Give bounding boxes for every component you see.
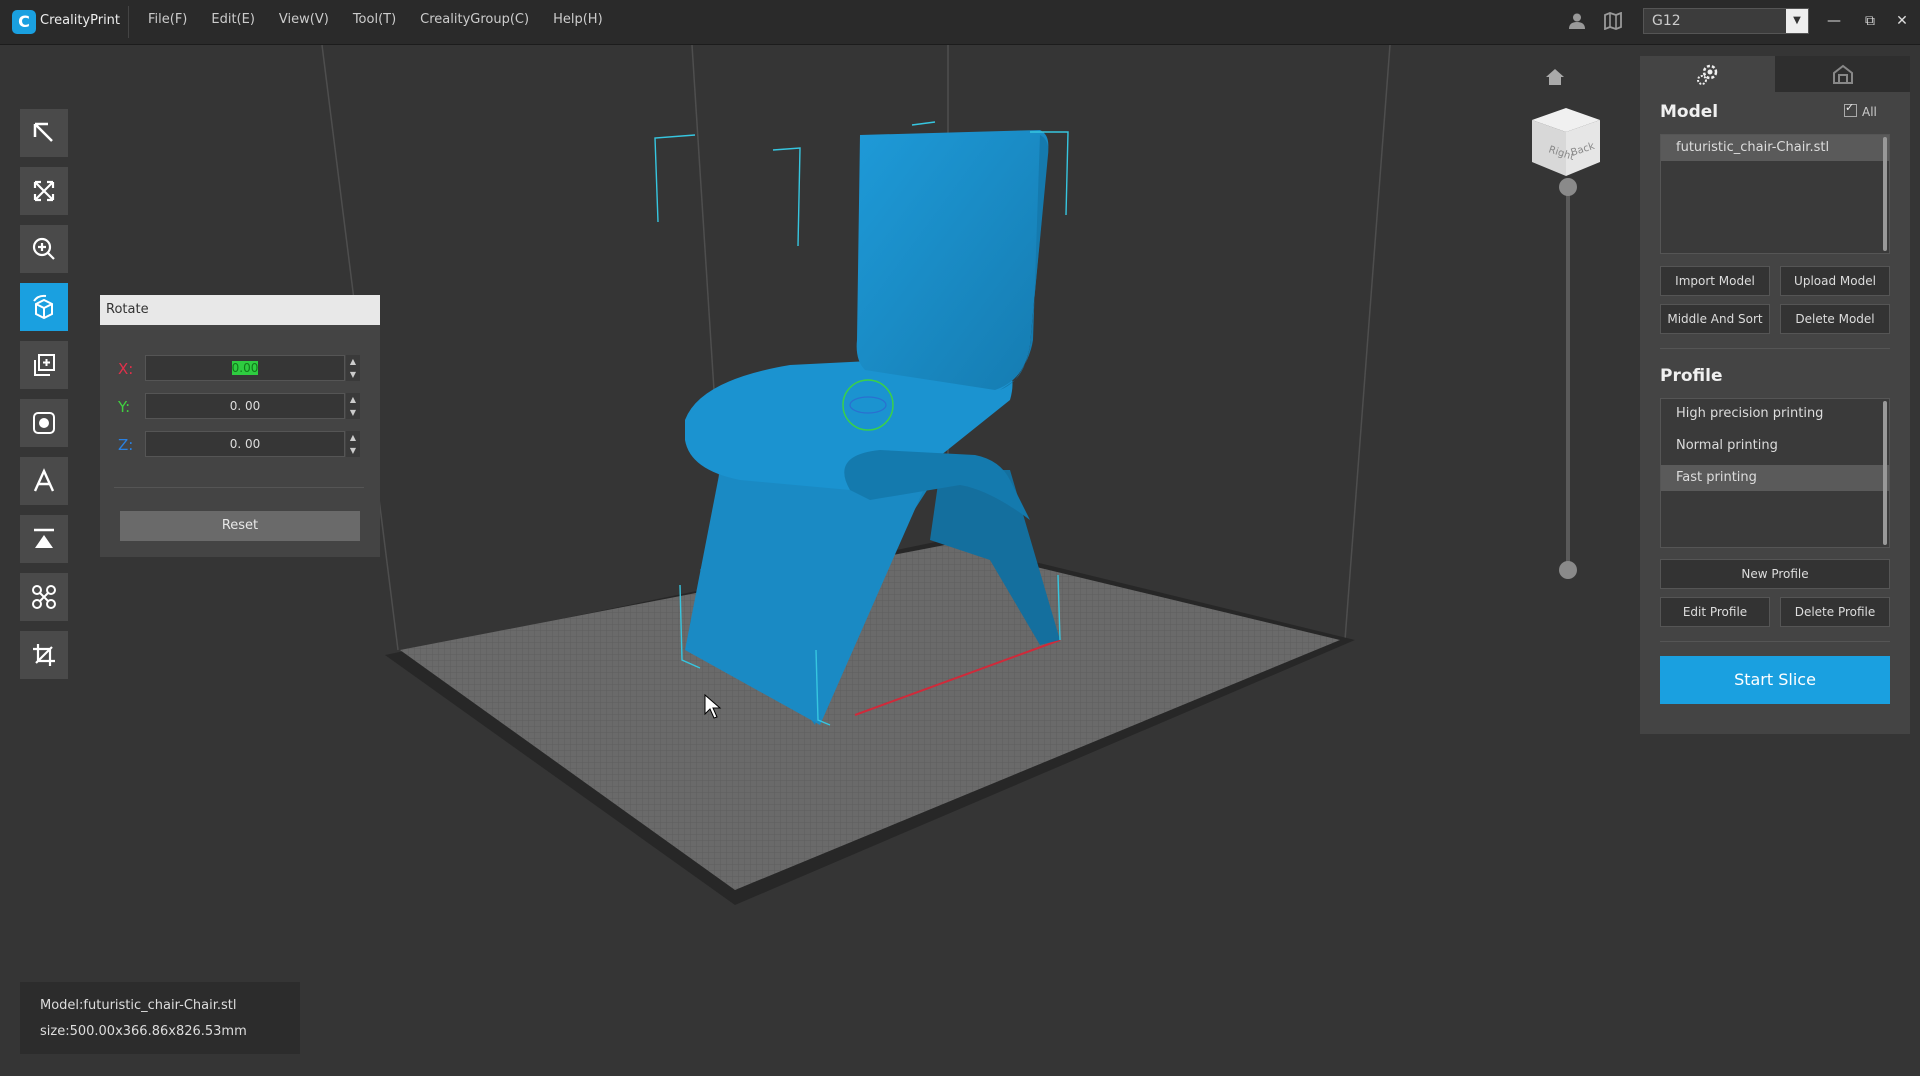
new-profile-button[interactable]: New Profile — [1660, 559, 1890, 589]
panel-divider — [1660, 641, 1890, 642]
menu-view[interactable]: View(V) — [279, 12, 329, 27]
text-icon — [33, 468, 55, 492]
profile-heading: Profile — [1660, 366, 1723, 386]
rotate-z-row: Z: 0. 00 ▲ ▼ — [118, 431, 363, 459]
home-icon[interactable] — [1544, 66, 1566, 88]
all-checkbox[interactable]: All — [1844, 101, 1877, 119]
move-arrows-icon — [33, 180, 55, 202]
model-info-size: size:500.00x366.86x826.53mm — [40, 1024, 247, 1039]
text-tool-button[interactable] — [20, 457, 68, 505]
arrow-select-icon — [33, 122, 53, 142]
menu-tool[interactable]: Tool(T) — [353, 12, 396, 27]
duplicate-tool-button[interactable] — [20, 341, 68, 389]
rotate-panel-divider — [114, 487, 364, 488]
panel-divider — [1660, 348, 1890, 349]
zoom-slider-top-handle[interactable] — [1559, 178, 1577, 196]
minimize-button[interactable]: — — [1822, 10, 1846, 32]
rotate-panel-title: Rotate — [100, 295, 380, 325]
zoom-slider-track[interactable] — [1566, 186, 1570, 570]
model-heading: Model — [1660, 102, 1719, 122]
lay-flat-icon — [34, 528, 54, 548]
split-tool-button[interactable] — [20, 573, 68, 621]
user-icon[interactable] — [1568, 12, 1586, 30]
gears-icon — [1696, 64, 1717, 85]
tab-printer[interactable] — [1775, 56, 1910, 92]
restore-button[interactable]: ⧉ — [1858, 10, 1882, 32]
rotate-x-stepper[interactable]: ▲ ▼ — [346, 355, 360, 381]
printer-head-icon — [1832, 64, 1853, 84]
profile-item-normal[interactable]: Normal printing — [1661, 433, 1889, 459]
menu-file[interactable]: File(F) — [148, 12, 187, 27]
delete-model-button[interactable]: Delete Model — [1780, 304, 1890, 334]
tab-settings[interactable] — [1640, 56, 1775, 92]
rotate-y-row: Y: 0. 00 ▲ ▼ — [118, 393, 363, 421]
lay-flat-tool-button[interactable] — [20, 515, 68, 563]
select-tool-button[interactable] — [20, 109, 68, 157]
chevron-down-icon[interactable]: ▼ — [1786, 9, 1808, 33]
right-panel: Model All futuristic_chair-Chair.stl Imp… — [1640, 56, 1910, 734]
view-cube[interactable]: Right Back — [1528, 104, 1604, 180]
profile-list-scrollbar[interactable] — [1883, 401, 1887, 545]
model-list-scrollbar[interactable] — [1883, 137, 1887, 251]
rotate-x-row: X: 0.00 ▲ ▼ — [118, 355, 363, 383]
app-name: CrealityPrint — [40, 13, 121, 28]
rotate-z-stepper[interactable]: ▲ ▼ — [346, 431, 360, 457]
upload-model-button[interactable]: Upload Model — [1780, 266, 1890, 296]
rotate-z-label: Z: — [118, 436, 134, 454]
middle-and-sort-button[interactable]: Middle And Sort — [1660, 304, 1770, 334]
menu-edit[interactable]: Edit(E) — [211, 12, 255, 27]
right-panel-tabs — [1640, 56, 1910, 92]
profile-item-fast[interactable]: Fast printing — [1661, 465, 1889, 491]
move-tool-button[interactable] — [20, 167, 68, 215]
app-logo-icon: C — [12, 10, 36, 34]
profile-item-high-precision[interactable]: High precision printing — [1661, 401, 1889, 427]
cut-tool-button[interactable] — [20, 631, 68, 679]
duplicate-icon — [34, 354, 55, 376]
rotate-z-input[interactable]: 0. 00 — [145, 431, 345, 457]
map-icon[interactable] — [1604, 12, 1622, 30]
title-bar: C CrealityPrint File(F) Edit(E) View(V) … — [0, 0, 1920, 45]
nodes-icon — [32, 585, 56, 609]
rotate-cube-icon — [33, 294, 53, 320]
edit-profile-button[interactable]: Edit Profile — [1660, 597, 1770, 627]
rotate-x-value: 0.00 — [231, 361, 259, 375]
crop-icon — [33, 644, 55, 666]
import-model-button[interactable]: Import Model — [1660, 266, 1770, 296]
scale-tool-button[interactable] — [20, 225, 68, 273]
menu-help[interactable]: Help(H) — [553, 12, 603, 27]
support-icon — [33, 412, 55, 434]
start-slice-button[interactable]: Start Slice — [1660, 656, 1890, 704]
title-separator — [128, 6, 129, 38]
menu-creality-group[interactable]: CrealityGroup(C) — [420, 12, 529, 27]
menu-bar: File(F) Edit(E) View(V) Tool(T) Creality… — [148, 12, 603, 27]
rotate-y-stepper[interactable]: ▲ ▼ — [346, 393, 360, 419]
printer-select-value: G12 — [1652, 13, 1681, 29]
rotate-y-label: Y: — [118, 398, 131, 416]
left-toolbar — [20, 109, 68, 689]
checkbox-icon — [1844, 101, 1857, 117]
close-button[interactable]: ✕ — [1890, 10, 1914, 32]
support-tool-button[interactable] — [20, 399, 68, 447]
printer-select[interactable]: G12 ▼ — [1643, 8, 1809, 34]
delete-profile-button[interactable]: Delete Profile — [1780, 597, 1890, 627]
zoom-scale-icon — [32, 237, 55, 260]
scene-canvas[interactable] — [0, 45, 1920, 1076]
model-list[interactable]: futuristic_chair-Chair.stl — [1660, 134, 1890, 254]
rotate-panel: Rotate X: 0.00 ▲ ▼ Y: 0. 00 ▲ ▼ Z: 0. 00 ▲… — [100, 295, 380, 557]
3d-viewport[interactable]: Rotate X: 0.00 ▲ ▼ Y: 0. 00 ▲ ▼ Z: 0. 00 ▲… — [0, 45, 1920, 1076]
rotate-x-input[interactable]: 0.00 — [145, 355, 345, 381]
reset-button[interactable]: Reset — [120, 511, 360, 541]
zoom-slider-bottom-handle[interactable] — [1559, 561, 1577, 579]
model-info-name: Model:futuristic_chair-Chair.stl — [40, 998, 237, 1013]
profile-list[interactable]: High precision printing Normal printing … — [1660, 398, 1890, 548]
list-item[interactable]: futuristic_chair-Chair.stl — [1661, 135, 1889, 161]
rotate-x-label: X: — [118, 360, 134, 378]
rotate-tool-button[interactable] — [20, 283, 68, 331]
all-checkbox-label: All — [1862, 105, 1877, 119]
rotate-y-input[interactable]: 0. 00 — [145, 393, 345, 419]
model-info-box: Model:futuristic_chair-Chair.stl size:50… — [20, 982, 300, 1054]
